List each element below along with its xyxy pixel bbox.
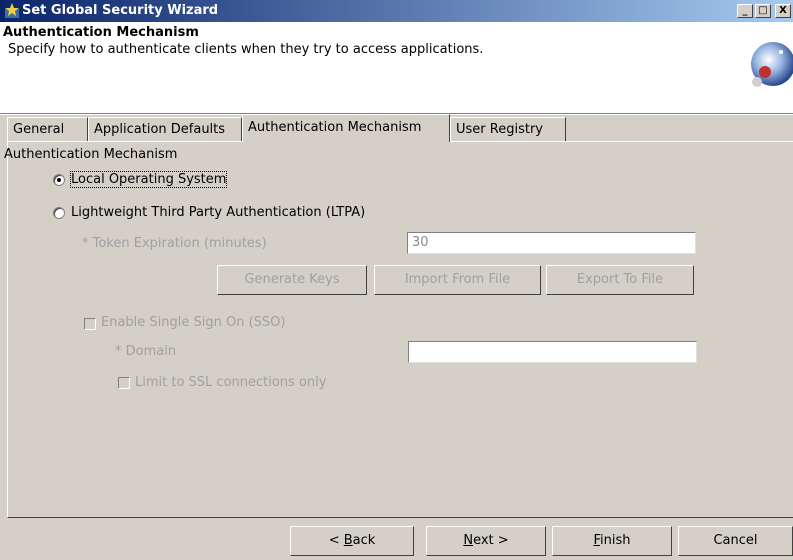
back-button[interactable]: < Back (290, 526, 414, 556)
maximize-button[interactable]: □ (755, 4, 771, 18)
enable-sso-checkbox[interactable] (84, 318, 96, 330)
minimize-button[interactable]: _ (737, 4, 753, 18)
generate-keys-button[interactable]: Generate Keys (217, 265, 367, 295)
token-expiration-field[interactable]: 30 (407, 232, 696, 254)
next-button[interactable]: Next > (426, 526, 546, 556)
group-label: Authentication Mechanism (4, 147, 178, 162)
tab-label: Application Defaults (94, 122, 226, 137)
ltpa-label[interactable]: Lightweight Third Party Authentication (… (71, 205, 365, 220)
tab-application-defaults[interactable]: Application Defaults (88, 117, 242, 141)
finish-button[interactable]: Finish (552, 526, 672, 556)
import-from-file-button[interactable]: Import From File (374, 265, 541, 295)
wizard-app-icon (5, 3, 19, 18)
next-mnemonic: N (463, 533, 474, 548)
export-to-file-button[interactable]: Export To File (546, 265, 694, 295)
close-button[interactable]: X (775, 4, 791, 18)
tab-general[interactable]: General (7, 117, 88, 141)
finish-label-rest: inish (600, 533, 631, 548)
security-globe-icon (751, 42, 793, 87)
limit-ssl-checkbox[interactable] (118, 377, 130, 389)
title-bar: Set Global Security Wizard _ □ X (0, 0, 793, 22)
cancel-button[interactable]: Cancel (678, 526, 793, 556)
local-os-radio[interactable] (53, 174, 65, 186)
wizard-header: Authentication Mechanism Specify how to … (0, 22, 793, 113)
back-mnemonic: B (343, 533, 353, 548)
tab-authentication-mechanism[interactable]: Authentication Mechanism (242, 114, 450, 142)
token-expiration-label: * Token Expiration (minutes) (82, 236, 267, 251)
domain-label: * Domain (115, 344, 177, 359)
local-os-label[interactable]: Local Operating System (69, 171, 228, 188)
tab-label: Authentication Mechanism (248, 120, 422, 135)
header-description: Specify how to authenticate clients when… (8, 42, 484, 57)
back-label-rest: ack (352, 533, 376, 548)
ltpa-radio[interactable] (53, 207, 65, 219)
window-title: Set Global Security Wizard (22, 3, 219, 18)
next-label-rest: ext > (473, 533, 509, 548)
tab-label: General (13, 122, 65, 137)
tab-label: User Registry (456, 122, 543, 137)
limit-ssl-label: Limit to SSL connections only (135, 375, 327, 390)
tab-user-registry[interactable]: User Registry (450, 117, 566, 141)
enable-sso-label: Enable Single Sign On (SSO) (101, 315, 286, 330)
domain-field[interactable] (408, 341, 697, 363)
header-title: Authentication Mechanism (3, 25, 199, 40)
back-label-prefix: < (328, 533, 344, 548)
